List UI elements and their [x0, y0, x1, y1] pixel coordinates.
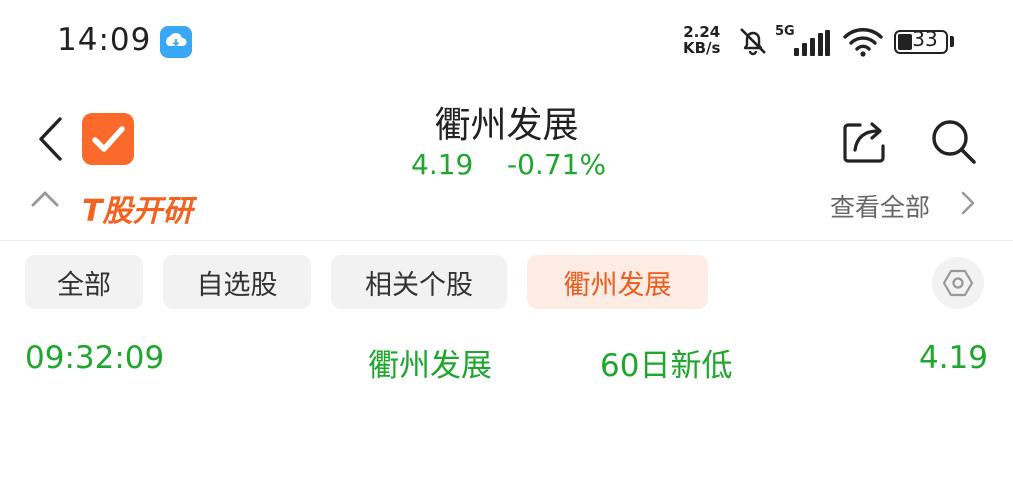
row-event: 60日新低 [600, 348, 733, 384]
settings-hex-icon[interactable] [932, 257, 984, 309]
share-icon[interactable] [840, 116, 890, 170]
status-time: 14:09 [57, 22, 152, 58]
cellular-signal-icon [793, 30, 831, 60]
bell-muted-icon [736, 24, 770, 62]
view-all-link[interactable]: 查看全部 [830, 188, 930, 224]
network-speed-value: 2.24 [683, 23, 721, 41]
chevron-right-icon [961, 191, 975, 215]
stock-price: 4.19 [411, 148, 474, 181]
tab-all[interactable]: 全部 [25, 255, 143, 309]
news-banner[interactable]: T股开研 查看全部 [0, 180, 1013, 238]
row-time: 09:32:09 [25, 340, 165, 376]
network-speed-unit: KB/s [683, 39, 721, 57]
collapse-chevron-icon[interactable] [30, 188, 60, 208]
search-icon[interactable] [928, 116, 978, 170]
stock-change: -0.71% [507, 148, 607, 181]
tab-related-stocks[interactable]: 相关个股 [331, 255, 507, 309]
battery-percent: 33 [912, 27, 938, 51]
tab-watchlist[interactable]: 自选股 [163, 255, 311, 309]
battery-tip [950, 36, 954, 47]
network-speed: 2.24 KB/s [683, 24, 720, 56]
row-stock-name: 衢州发展 [368, 348, 492, 384]
divider [0, 240, 1013, 241]
banner-headline: T股开研 [82, 194, 193, 229]
app-notification-icon [160, 26, 192, 58]
row-price: 4.19 [918, 340, 988, 376]
wifi-icon [842, 26, 884, 62]
tab-current-stock[interactable]: 衢州发展 [527, 255, 708, 309]
network-type: 5G [775, 24, 795, 39]
